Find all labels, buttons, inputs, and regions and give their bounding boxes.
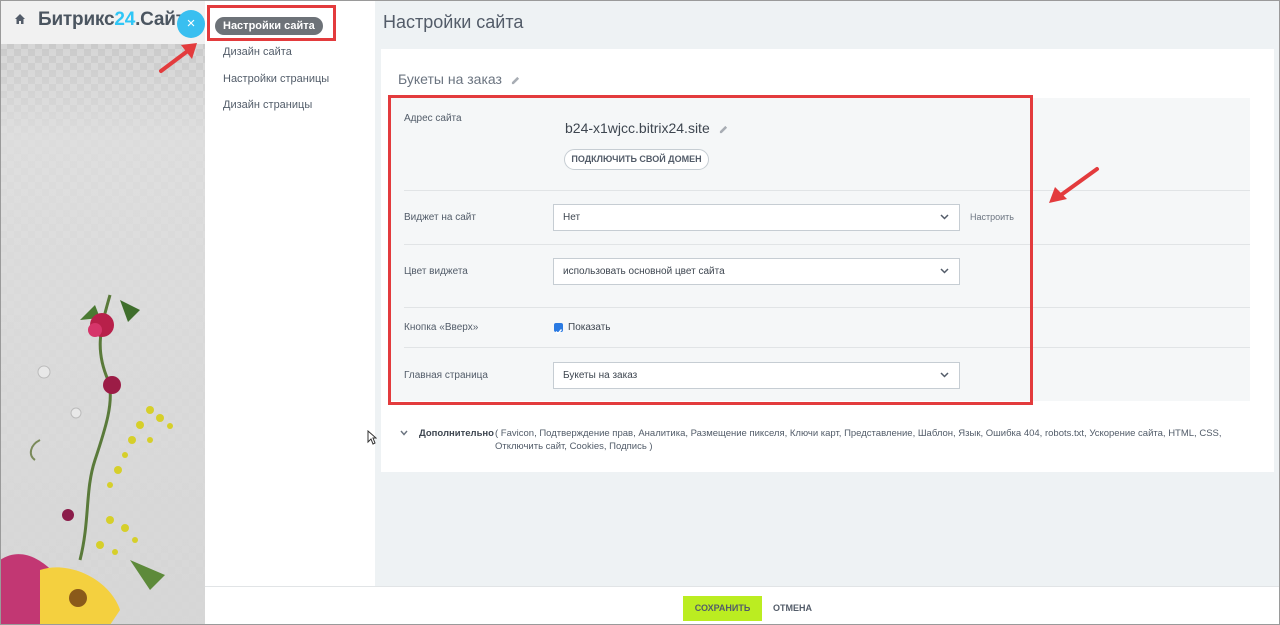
edit-pencil-icon[interactable] bbox=[511, 76, 520, 85]
annotation-arrow-icon bbox=[1049, 167, 1099, 203]
nav-item-site-design[interactable]: Дизайн сайта bbox=[223, 46, 292, 58]
save-button[interactable]: СОХРАНИТЬ bbox=[683, 596, 762, 621]
mouse-cursor-icon bbox=[367, 430, 377, 445]
highlight-box-form bbox=[388, 95, 1033, 405]
top-bar: Битрикс24.Сайты bbox=[0, 0, 205, 44]
background-image bbox=[0, 0, 205, 625]
additional-label[interactable]: Дополнительно bbox=[419, 427, 494, 440]
settings-nav: Настройки сайта Дизайн сайта Настройки с… bbox=[205, 0, 375, 625]
nav-item-page-design[interactable]: Дизайн страницы bbox=[223, 99, 312, 111]
cancel-button[interactable]: ОТМЕНА bbox=[773, 596, 812, 621]
close-button[interactable]: × bbox=[177, 10, 205, 38]
annotation-arrow-icon bbox=[159, 43, 197, 73]
chevron-down-icon bbox=[400, 430, 408, 436]
nav-item-page-settings[interactable]: Настройки страницы bbox=[223, 73, 329, 85]
site-title[interactable]: Букеты на заказ bbox=[398, 71, 520, 87]
home-icon[interactable] bbox=[14, 13, 26, 25]
highlight-box-nav bbox=[207, 5, 336, 41]
additional-links[interactable]: ( Favicon, Подтверждение прав, Аналитика… bbox=[495, 427, 1240, 453]
page-title: Настройки сайта bbox=[383, 12, 524, 32]
